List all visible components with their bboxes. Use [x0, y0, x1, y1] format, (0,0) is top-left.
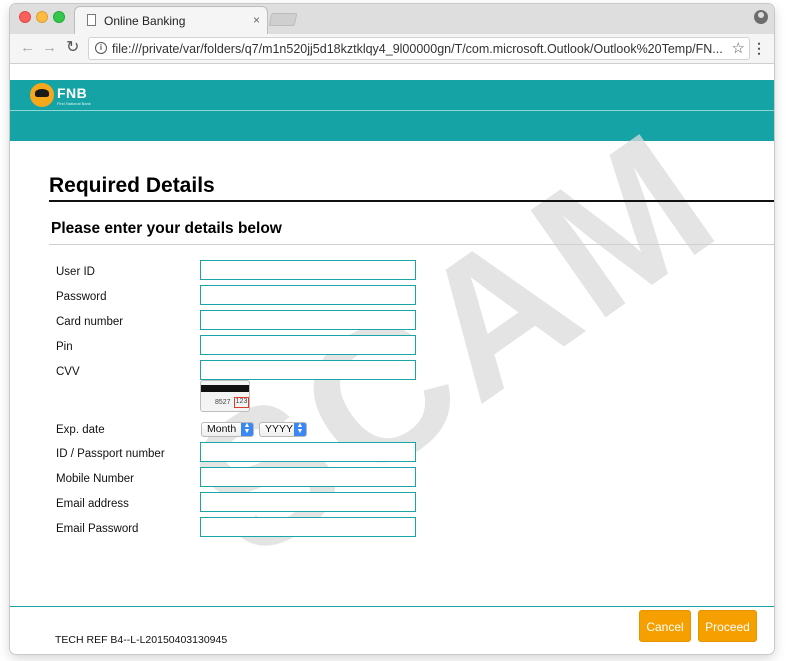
subtitle-rule	[49, 244, 774, 245]
forward-arrow-icon[interactable]: →	[42, 39, 57, 57]
title-rule	[49, 200, 774, 202]
email-address-label: Email address	[56, 498, 129, 510]
card-number-input[interactable]	[200, 310, 416, 330]
email-password-label: Email Password	[56, 523, 139, 535]
profile-icon[interactable]	[754, 10, 768, 24]
document-icon	[87, 14, 96, 26]
password-label: Password	[56, 291, 107, 303]
exp-year-select[interactable]: YYYY ▲ ▼	[259, 422, 307, 437]
card-number-label: Card number	[56, 316, 124, 328]
id-passport-input[interactable]	[200, 442, 416, 462]
mobile-number-input[interactable]	[200, 467, 416, 487]
select-updown-icon: ▲ ▼	[294, 422, 306, 436]
cvv-input[interactable]	[200, 360, 416, 380]
footer-divider	[10, 606, 774, 607]
bookmark-star-icon[interactable]: ☆	[732, 39, 745, 57]
brand-logo-text: FNB	[57, 85, 88, 101]
mobile-number-label: Mobile Number	[56, 473, 134, 485]
cvv-card-icon: 8527 123	[200, 380, 250, 412]
password-input[interactable]	[200, 285, 416, 305]
header-band-lower	[10, 111, 774, 141]
exp-date-label: Exp. date	[56, 424, 105, 436]
select-updown-icon: ▲ ▼	[241, 422, 253, 436]
minimize-window-button[interactable]	[36, 11, 48, 23]
url-text: file:///private/var/folders/q7/m1n520jj5…	[112, 42, 723, 56]
page-subtitle: Please enter your details below	[51, 220, 282, 237]
close-window-button[interactable]	[19, 11, 31, 23]
header-band	[10, 80, 774, 110]
exp-month-select[interactable]: Month ▲ ▼	[201, 422, 254, 437]
brand-tagline: First National Bank	[57, 101, 91, 106]
exp-month-value: Month	[207, 423, 237, 435]
fnb-tree-logo-icon	[30, 83, 54, 107]
tab-title: Online Banking	[104, 14, 186, 28]
reload-icon[interactable]: ↻	[66, 39, 79, 57]
card-magnetic-stripe	[201, 385, 249, 392]
browser-menu-icon[interactable]: ⋮	[752, 40, 766, 56]
cvv-highlight: 123	[234, 397, 249, 408]
id-passport-label: ID / Passport number	[56, 448, 165, 460]
tech-ref-text: TECH REF B4--L-L20150403130945	[55, 634, 228, 646]
new-tab-button[interactable]	[268, 13, 298, 26]
cancel-button[interactable]: Cancel	[639, 610, 691, 642]
back-arrow-icon[interactable]: ←	[20, 39, 35, 57]
close-tab-icon[interactable]: ×	[253, 13, 260, 27]
page-title: Required Details	[49, 174, 215, 197]
email-address-input[interactable]	[200, 492, 416, 512]
page-content: FNB First National Bank SCAM Required De…	[10, 64, 774, 654]
card-digits: 8527	[215, 399, 231, 406]
info-icon[interactable]: i	[95, 42, 107, 54]
tab-strip: Online Banking ×	[10, 4, 774, 34]
pin-input[interactable]	[200, 335, 416, 355]
browser-window: Online Banking × ← → ↻ i file:///private…	[10, 4, 774, 654]
zoom-window-button[interactable]	[53, 11, 65, 23]
email-password-input[interactable]	[200, 517, 416, 537]
user-id-label: User ID	[56, 266, 95, 278]
exp-year-value: YYYY	[265, 423, 294, 435]
pin-label: Pin	[56, 341, 73, 353]
user-id-input[interactable]	[200, 260, 416, 280]
address-bar[interactable]: i file:///private/var/folders/q7/m1n520j…	[88, 37, 750, 60]
tab-online-banking[interactable]: Online Banking ×	[74, 6, 268, 34]
proceed-button[interactable]: Proceed	[698, 610, 757, 642]
browser-toolbar: ← → ↻ i file:///private/var/folders/q7/m…	[10, 34, 774, 64]
cvv-label: CVV	[56, 366, 80, 378]
